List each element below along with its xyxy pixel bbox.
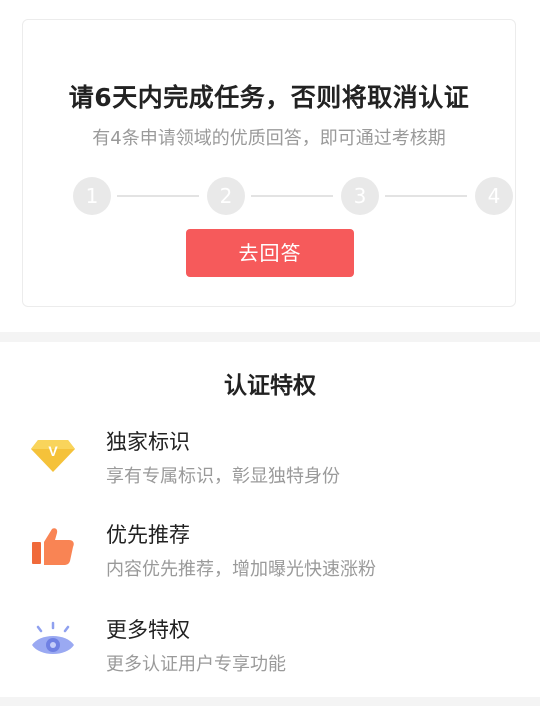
privilege-item-recommend: 优先推荐 内容优先推荐，增加曝光快速涨粉 <box>0 523 540 595</box>
step-4: 4 <box>475 177 513 215</box>
step-connector <box>117 195 199 197</box>
go-answer-button[interactable]: 去回答 <box>186 229 354 277</box>
privilege-name: 更多特权 <box>106 618 190 642</box>
step-connector <box>385 195 467 197</box>
privilege-desc: 更多认证用户专享功能 <box>106 654 286 675</box>
step-3: 3 <box>341 177 379 215</box>
step-connector <box>251 195 333 197</box>
privilege-item-badge: V 独家标识 享有专属标识，彰显独特身份 <box>0 430 540 502</box>
privileges-title: 认证特权 <box>224 373 316 399</box>
privilege-desc: 享有专属标识，彰显独特身份 <box>106 466 340 487</box>
task-title: 请6天内完成任务，否则将取消认证 <box>68 83 470 112</box>
thumbs-up-icon <box>30 525 76 571</box>
svg-text:V: V <box>48 443 58 459</box>
task-subtitle: 有4条申请领域的优质回答，即可通过考核期 <box>92 128 446 149</box>
section-divider <box>0 332 540 342</box>
progress-steps: 1 2 3 4 <box>73 177 513 215</box>
step-1: 1 <box>73 177 111 215</box>
privilege-item-more: 更多特权 更多认证用户专享功能 <box>0 618 540 690</box>
privilege-name: 优先推荐 <box>106 523 190 547</box>
privilege-desc: 内容优先推荐，增加曝光快速涨粉 <box>106 559 376 580</box>
bottom-divider <box>0 697 540 706</box>
privilege-name: 独家标识 <box>106 430 190 454</box>
step-2: 2 <box>207 177 245 215</box>
diamond-v-icon: V <box>30 432 76 478</box>
eye-icon <box>30 620 76 666</box>
